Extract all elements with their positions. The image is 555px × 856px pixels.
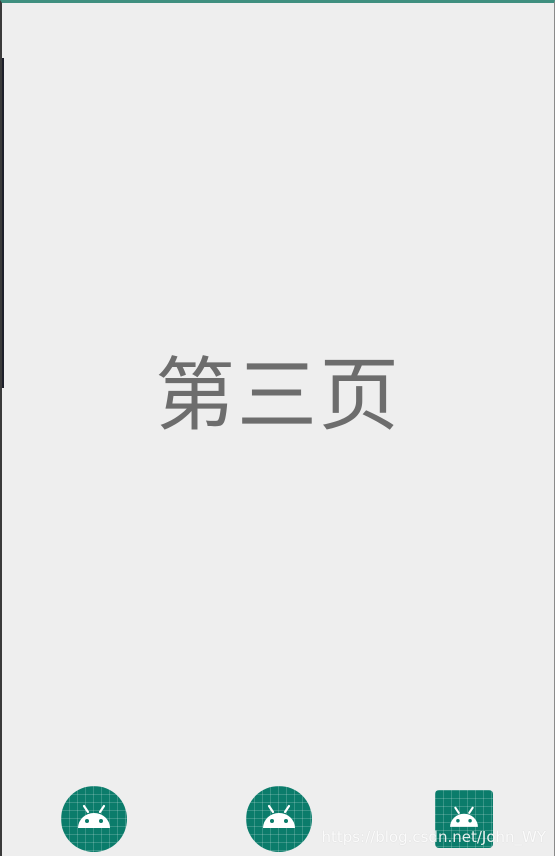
side-edge [2,58,4,388]
nav-item-3[interactable] [435,790,493,848]
nav-item-1[interactable] [61,786,127,852]
page-title: 第三页 [155,349,401,442]
nav-item-2[interactable] [246,786,312,852]
watermark-text: https://blog.csdn.net/John_WY [321,828,546,846]
app-screen: 第三页 https://blog.csdn.net/John_WY [0,0,555,856]
bottom-navigation: https://blog.csdn.net/John_WY [2,776,554,856]
android-icon [71,796,117,842]
android-icon [444,799,484,839]
android-icon [256,796,302,842]
